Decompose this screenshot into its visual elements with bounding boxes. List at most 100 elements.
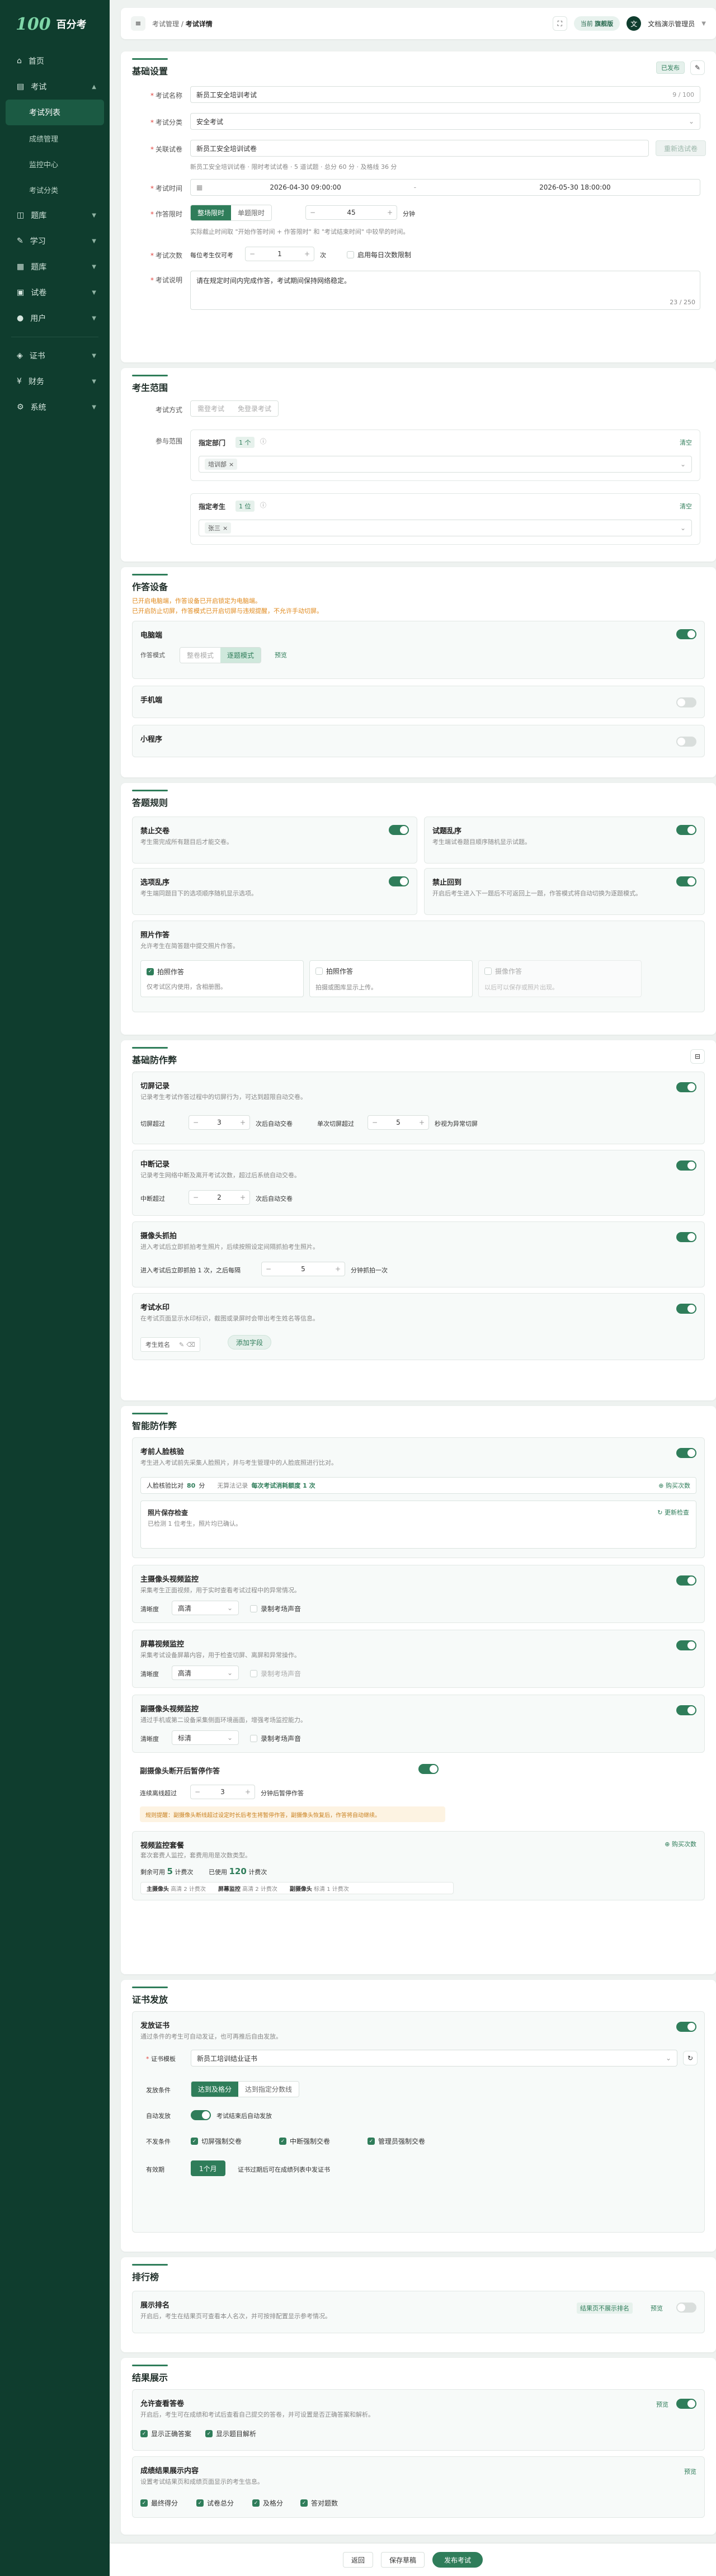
- limit-whole-option[interactable]: 整场限时: [191, 205, 232, 220]
- desc-textarea[interactable]: 请在规定时间内完成作答，考试期间保持网络稳定。 23 / 250: [190, 271, 700, 310]
- paper-input[interactable]: 新员工安全培训试卷: [190, 140, 649, 157]
- minus-icon[interactable]: −: [306, 209, 319, 216]
- snapshot-interval-stepper[interactable]: −5 +: [261, 1262, 345, 1276]
- auto-issue-toggle[interactable]: [191, 2110, 211, 2120]
- rule-toggle[interactable]: [676, 876, 696, 886]
- photo-option-3[interactable]: 摄像作答 以后可以保存或照片出现。: [478, 960, 642, 997]
- show-analysis-checkbox[interactable]: ✓ 显示题目解析: [205, 2429, 256, 2438]
- sidebar-item-exam[interactable]: ▤ 考试 ▲: [0, 74, 110, 100]
- refresh-icon[interactable]: ↻: [683, 2051, 698, 2065]
- rule-toggle[interactable]: [389, 876, 409, 886]
- preview-link[interactable]: 预览: [651, 2304, 663, 2313]
- ranking-toggle[interactable]: [676, 2303, 696, 2313]
- exclude-admin-checkbox[interactable]: ✓ 管理员强制交卷: [368, 2136, 425, 2146]
- pass-score-checkbox[interactable]: ✓ 及格分: [252, 2498, 283, 2508]
- answer-mode-select[interactable]: 整卷模式 逐题模式: [180, 647, 262, 663]
- validity-select[interactable]: 1个月: [191, 2160, 225, 2176]
- show-answer-checkbox[interactable]: ✓ 显示正确答案: [140, 2429, 191, 2438]
- minus-icon[interactable]: −: [246, 250, 259, 258]
- menu-toggle-icon[interactable]: ≡: [131, 16, 145, 31]
- sidebar-item-cert[interactable]: ◈ 证书 ▼: [0, 343, 110, 369]
- cond-score[interactable]: 达到指定分数线: [238, 2082, 299, 2097]
- cert-condition-select[interactable]: 达到及格分 达到指定分数线: [191, 2081, 300, 2097]
- collapse-icon[interactable]: ⊟: [690, 1049, 705, 1064]
- dept-clear-link[interactable]: 清空: [680, 438, 692, 447]
- sidebar-item-questions[interactable]: ◫ 题库 ▼: [0, 202, 110, 228]
- photo-option-2[interactable]: 拍照作答 拍摄或图库显示上传。: [309, 960, 473, 997]
- breadcrumb-exam[interactable]: 考试管理: [152, 20, 179, 28]
- back-button[interactable]: 返回: [342, 2552, 373, 2568]
- sidebar-item-library[interactable]: ▦ 题库 ▼: [0, 254, 110, 280]
- chevron-down-icon[interactable]: ▼: [701, 21, 706, 27]
- total-score-checkbox[interactable]: ✓ 试卷总分: [196, 2498, 234, 2508]
- rule-toggle[interactable]: [676, 825, 696, 835]
- interrupt-toggle[interactable]: [676, 1160, 696, 1171]
- secondary-quality-select[interactable]: 标清: [172, 1730, 239, 1745]
- switch-limit-stepper[interactable]: −3 +: [189, 1115, 250, 1130]
- record-audio-checkbox[interactable]: 录制考场声音: [250, 1604, 301, 1613]
- sidebar-item-learn[interactable]: ✎ 学习 ▼: [0, 228, 110, 254]
- cert-toggle[interactable]: [676, 2022, 696, 2032]
- preview-link[interactable]: 预览: [656, 2400, 668, 2409]
- sidebar-item-finance[interactable]: ¥ 财务 ▼: [0, 369, 110, 394]
- edit-icon[interactable]: ✎: [690, 60, 705, 75]
- mode-per-question[interactable]: 逐题模式: [220, 648, 261, 663]
- examinee-clear-link[interactable]: 清空: [680, 502, 692, 511]
- buy-package-link[interactable]: ⊕ 购买次数: [665, 1839, 696, 1848]
- main-camera-quality-select[interactable]: 高清: [172, 1601, 239, 1615]
- miniprogram-toggle[interactable]: [676, 737, 696, 747]
- buy-face-credits-link[interactable]: ⊕ 购买次数: [658, 1481, 690, 1490]
- final-score-checkbox[interactable]: ✓ 最终得分: [140, 2498, 178, 2508]
- watermark-toggle[interactable]: [676, 1304, 696, 1314]
- time-start[interactable]: 2026-04-30 09:00:00: [270, 183, 341, 191]
- add-field-button[interactable]: 添加字段: [228, 1335, 272, 1350]
- screen-quality-select[interactable]: 高清: [172, 1666, 239, 1680]
- exclude-interrupt-checkbox[interactable]: ✓ 中断强制交卷: [279, 2136, 330, 2146]
- plus-icon[interactable]: +: [300, 250, 314, 258]
- time-end[interactable]: 2026-05-30 18:00:00: [539, 183, 610, 191]
- attempts-stepper[interactable]: − 1 +: [245, 247, 314, 261]
- face-verify-toggle[interactable]: [676, 1448, 696, 1458]
- camera-snapshot-toggle[interactable]: [676, 1232, 696, 1242]
- screen-monitor-toggle[interactable]: [676, 1640, 696, 1650]
- sidebar-item-paper[interactable]: ▣ 试卷 ▼: [0, 280, 110, 305]
- avatar[interactable]: 文: [626, 16, 642, 31]
- exam-name-input[interactable]: 新员工安全培训考试 9 / 100: [190, 86, 700, 103]
- dept-select[interactable]: 培训部 ×: [199, 456, 692, 473]
- exam-category-select[interactable]: 安全考试: [190, 113, 700, 130]
- user-name[interactable]: 文档演示管理员: [648, 19, 695, 29]
- sidebar-item-monitor[interactable]: 监控中心: [0, 151, 110, 177]
- daily-limit-checkbox[interactable]: 启用每日次数限制: [347, 250, 411, 260]
- interrupt-stepper[interactable]: −2 +: [189, 1190, 250, 1205]
- record-audio-checkbox[interactable]: 录制考场声音: [250, 1669, 301, 1678]
- sidebar-item-user[interactable]: ● 用户 ▼: [0, 305, 110, 331]
- time-limit-mode[interactable]: 整场限时 单题限时: [190, 205, 272, 221]
- preview-link[interactable]: 预览: [275, 650, 287, 659]
- time-limit-stepper[interactable]: − 45 +: [305, 205, 397, 220]
- pc-toggle[interactable]: [676, 629, 696, 639]
- switch-screen-toggle[interactable]: [676, 1082, 696, 1092]
- sidebar-item-system[interactable]: ⚙ 系统 ▼: [0, 394, 110, 420]
- view-answer-toggle[interactable]: [676, 2399, 696, 2409]
- publish-button[interactable]: 发布考试: [432, 2552, 483, 2568]
- sidebar-item-score[interactable]: 成绩管理: [0, 125, 110, 151]
- examinee-select[interactable]: 张三 ×: [199, 520, 692, 536]
- sidebar-item-exam-list[interactable]: 考试列表: [6, 100, 104, 125]
- refresh-check-link[interactable]: ↻ 更新检查: [657, 1508, 689, 1517]
- cert-template-select[interactable]: 新员工培训结业证书: [191, 2050, 677, 2067]
- correct-count-checkbox[interactable]: ✓ 答对题数: [300, 2498, 338, 2508]
- exam-time-range[interactable]: ▦ 2026-04-30 09:00:00 - 2026-05-30 18:00…: [190, 179, 700, 196]
- offline-minutes-stepper[interactable]: −3 +: [190, 1785, 255, 1799]
- record-audio-checkbox[interactable]: 录制考场声音: [250, 1734, 301, 1743]
- limit-single-option[interactable]: 单题限时: [231, 205, 272, 220]
- save-draft-button[interactable]: 保存草稿: [380, 2552, 425, 2568]
- plus-icon[interactable]: +: [383, 209, 397, 216]
- preview-link[interactable]: 预览: [684, 2467, 696, 2476]
- mode-nologin[interactable]: 免登录考试: [231, 401, 279, 416]
- pause-on-disconnect-toggle[interactable]: [418, 1764, 439, 1774]
- main-camera-toggle[interactable]: [676, 1575, 696, 1586]
- exam-mode-select[interactable]: 需登考试 免登录考试: [190, 400, 279, 417]
- cond-pass[interactable]: 达到及格分: [191, 2082, 239, 2097]
- sidebar-item-category[interactable]: 考试分类: [0, 177, 110, 202]
- reselect-paper-button[interactable]: 重新选试卷: [656, 140, 706, 156]
